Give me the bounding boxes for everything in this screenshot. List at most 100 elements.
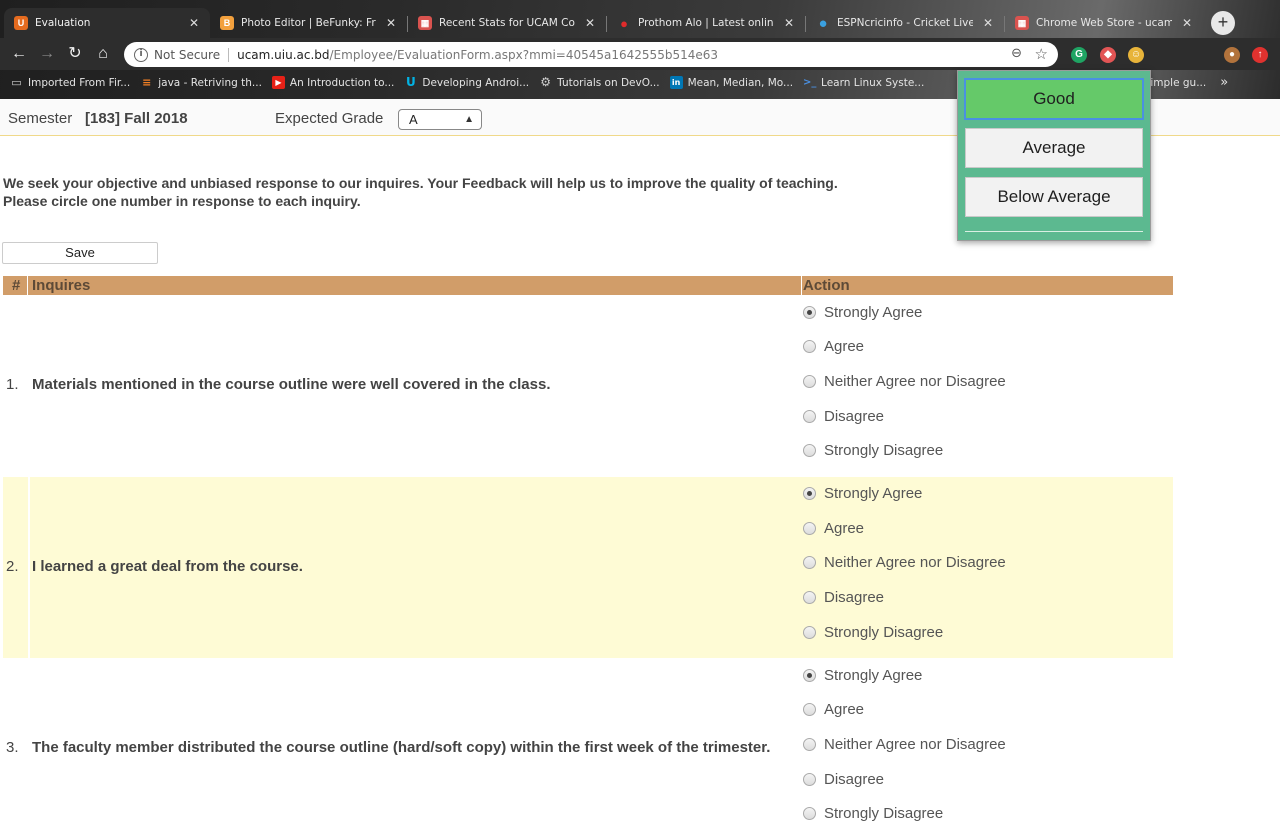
answer-option-label: Neither Agree nor Disagree (824, 735, 1006, 753)
table-row: 1. Materials mentioned in the course outl… (3, 295, 1173, 477)
table-body: 1. Materials mentioned in the course outl… (3, 295, 1173, 840)
radio-button[interactable] (803, 772, 816, 786)
answer-option[interactable]: Neither Agree nor Disagree (803, 364, 1006, 399)
expected-grade-label: Expected Grade (275, 110, 384, 127)
answer-option[interactable]: Strongly Disagree (803, 796, 1006, 831)
column-divider (28, 658, 30, 840)
answer-option[interactable]: Strongly Agree (803, 477, 1006, 512)
radio-button[interactable] (803, 807, 816, 821)
bookmark-item[interactable]: in Mean, Median, Mo... (669, 76, 794, 89)
bookmark-label: Mean, Median, Mo... (687, 76, 794, 89)
grammarly-extension-icon[interactable]: G (1071, 47, 1087, 63)
new-tab-button[interactable]: + (1211, 11, 1235, 35)
radio-button[interactable] (803, 556, 816, 570)
close-tab-icon[interactable]: ✕ (582, 16, 598, 30)
prothom-alo-favicon-icon: ● (620, 15, 628, 31)
url-host: ucam.uiu.ac.bd (237, 47, 330, 62)
tab-evaluation[interactable]: U Evaluation ✕ (4, 8, 210, 38)
tab-title: Prothom Alo | Latest online (638, 17, 774, 29)
radio-button[interactable] (803, 703, 816, 717)
table-row: 2. I learned a great deal from the course… (3, 476, 1173, 658)
bookmark-item[interactable]: ≡ java - Retriving th... (140, 76, 262, 89)
inquiry-table: # Inquires Action 1. Materials mentioned … (3, 276, 1173, 840)
befunky-favicon-icon: B (220, 16, 234, 30)
answer-option[interactable]: Neither Agree nor Disagree (803, 546, 1006, 581)
radio-button[interactable] (803, 305, 816, 319)
answer-option[interactable]: Disagree (803, 399, 1006, 434)
info-icon[interactable]: i (134, 47, 148, 62)
bookmark-item[interactable]: ▶ An Introduction to... (271, 76, 394, 89)
security-indicator: Not Secure (154, 47, 221, 62)
select-arrows-icon: ▲ (464, 114, 474, 125)
home-icon[interactable]: ⌂ (92, 43, 114, 65)
radio-button[interactable] (803, 374, 816, 388)
close-tab-icon[interactable]: ✕ (186, 16, 202, 30)
radio-button[interactable] (803, 591, 816, 605)
bookmark-item[interactable]: U Developing Androi... (404, 76, 529, 89)
update-extension-icon[interactable]: ↑ (1252, 47, 1268, 63)
tab-prothom-alo[interactable]: ● Prothom Alo | Latest online ✕ (607, 8, 805, 38)
close-tab-icon[interactable]: ✕ (383, 16, 399, 30)
forward-arrow-icon[interactable]: → (36, 43, 58, 65)
radio-button[interactable] (803, 409, 816, 423)
answer-option[interactable]: Strongly Agree (803, 658, 1006, 693)
average-button[interactable]: Average (965, 128, 1143, 168)
answer-option-label: Disagree (824, 589, 885, 607)
radio-button[interactable] (803, 487, 816, 501)
shield-extension-icon[interactable]: ◆ (1100, 47, 1116, 63)
terminal-icon: >_ (803, 77, 817, 88)
radio-button[interactable] (803, 668, 816, 682)
tab-recent-stats[interactable]: ▦ Recent Stats for UCAM Cou ✕ (408, 8, 606, 38)
zoom-icon[interactable]: ⊖ (1011, 46, 1022, 61)
answer-option[interactable]: Strongly Agree (803, 295, 1006, 330)
bookmark-star-icon[interactable]: ☆ (1035, 45, 1048, 63)
header-divider (801, 276, 802, 295)
tab-befunky[interactable]: B Photo Editor | BeFunky: Free ✕ (210, 8, 407, 38)
question-number: 1. (6, 376, 19, 393)
radio-button[interactable] (803, 444, 816, 458)
semester-value: [183] Fall 2018 (85, 110, 188, 127)
answer-option[interactable]: Agree (803, 330, 1006, 365)
close-tab-icon[interactable]: ✕ (781, 16, 797, 30)
answer-option-label: Strongly Agree (824, 485, 923, 503)
answer-option[interactable]: Strongly Disagree (803, 615, 1006, 650)
close-tab-icon[interactable]: ✕ (980, 16, 996, 30)
bookmark-item[interactable]: ⚙ Tutorials on DevO... (539, 76, 659, 89)
question-text: The faculty member distributed the cours… (32, 739, 771, 756)
back-arrow-icon[interactable]: ← (8, 43, 30, 65)
avatar[interactable]: ● (1224, 47, 1240, 63)
reload-icon[interactable]: ↻ (64, 43, 86, 65)
answer-option[interactable]: Neither Agree nor Disagree (803, 727, 1006, 762)
answer-option[interactable]: Disagree (803, 762, 1006, 797)
answer-option-label: Strongly Disagree (824, 442, 944, 460)
answer-option[interactable]: Disagree (803, 580, 1006, 615)
emoji-extension-icon[interactable]: ☺ (1128, 47, 1144, 63)
header-action: Action (803, 277, 850, 294)
answer-option[interactable]: Agree (803, 693, 1006, 728)
bookmark-item[interactable]: ▭ Imported From Fir... (10, 76, 130, 89)
below-average-button[interactable]: Below Average (965, 177, 1143, 217)
address-bar[interactable]: i Not Secure ucam.uiu.ac.bd/Employee/Eva… (124, 42, 1058, 67)
answer-option[interactable]: Strongly Disagree (803, 433, 1006, 468)
radio-button[interactable] (803, 340, 816, 354)
tab-espncricinfo[interactable]: ● ESPNcricinfo - Cricket Live ✕ (806, 8, 1004, 38)
tab-chrome-web-store[interactable]: ▦ Chrome Web Store - ucam ✕ (1005, 8, 1203, 38)
expected-grade-select[interactable]: A ▲ (398, 109, 482, 130)
answer-options: Strongly Agree Agree Neither Agree nor Dis… (803, 477, 1006, 650)
radio-button[interactable] (803, 521, 816, 535)
answer-option-label: Disagree (824, 407, 885, 425)
store-favicon-icon: ▦ (1015, 16, 1029, 30)
semester-label: Semester (8, 110, 73, 127)
answer-option-label: Neither Agree nor Disagree (824, 372, 1006, 390)
radio-button[interactable] (803, 737, 816, 751)
radio-button[interactable] (803, 625, 816, 639)
bookmarks-more-icon[interactable]: » (1220, 75, 1228, 90)
espncricinfo-favicon-icon: ● (818, 14, 828, 32)
header-number: # (12, 277, 21, 294)
intro-line: We seek your objective and unbiased resp… (3, 175, 838, 191)
bookmark-item[interactable]: >_ Learn Linux Syste... (803, 76, 924, 89)
save-button[interactable]: Save (2, 242, 158, 264)
answer-option[interactable]: Agree (803, 511, 1006, 546)
good-button[interactable]: Good (964, 78, 1144, 120)
close-tab-icon[interactable]: ✕ (1179, 16, 1195, 30)
